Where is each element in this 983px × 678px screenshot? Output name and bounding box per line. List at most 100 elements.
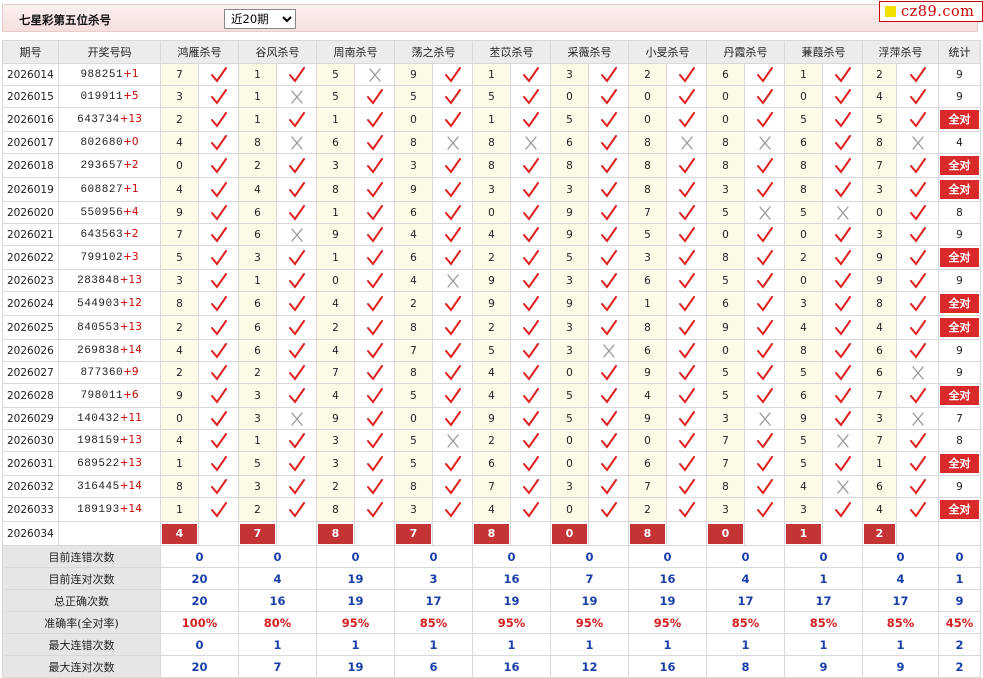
result-mark-cell (354, 383, 395, 408)
kill-value-cell: 5 (160, 245, 199, 270)
table-row: 2026024 544903+12 8 6 4 2 9 9 1 6 3 8 全对 (2, 291, 981, 316)
check-icon (522, 455, 539, 472)
cross-icon (602, 343, 615, 358)
table-row: 2026029 140432+11 0 3 9 0 9 5 9 3 9 3 7 (2, 407, 981, 430)
row-stat-cell: 9 (938, 475, 981, 498)
stat-value: 7 (238, 655, 317, 678)
draw-sum-suffix: +14 (119, 480, 142, 492)
draw-number-cell: 877360+9 (58, 361, 161, 384)
kill-value-cell: 9 (706, 315, 745, 340)
kill-value-cell: 9 (472, 291, 511, 316)
check-icon (756, 88, 773, 105)
kill-value-cell: 7 (706, 451, 745, 476)
check-icon (834, 88, 851, 105)
kill-value-cell: 5 (472, 339, 511, 362)
kill-value-cell: 3 (784, 291, 823, 316)
period-range-select[interactable]: 近20期 (224, 9, 296, 29)
stat-value: 16 (472, 567, 551, 590)
check-icon (909, 319, 926, 336)
draw-number-cell: 840553+13 (58, 315, 161, 340)
result-mark-cell (510, 315, 551, 340)
check-icon (366, 455, 383, 472)
result-mark-cell (822, 245, 863, 270)
result-mark-cell (588, 451, 629, 476)
result-mark-cell (354, 269, 395, 292)
site-logo[interactable]: cz89.com (879, 1, 983, 22)
result-mark-cell (432, 201, 473, 224)
check-icon (600, 88, 617, 105)
result-mark-cell (354, 429, 395, 452)
result-mark-cell (354, 223, 395, 246)
draw-digits: 198159 (77, 435, 120, 447)
check-icon (210, 364, 227, 381)
current-kill-value: 8 (316, 521, 355, 546)
cross-icon (836, 205, 849, 220)
cross-icon (911, 135, 924, 150)
check-icon (522, 387, 539, 404)
stat-value: 0 (238, 545, 317, 568)
period-cell: 2026016 (2, 107, 59, 132)
result-mark-cell (666, 153, 707, 178)
kill-number-table: 期号 开奖号码 鸿雁杀号 谷风杀号 周南杀号 荡之杀号 苤苡杀号 采薇杀号 小旻杀号 丹霞杀号 蒹葭… (2, 40, 981, 678)
stat-value: 17 (394, 589, 473, 612)
result-mark-cell (432, 383, 473, 408)
check-icon (834, 249, 851, 266)
result-mark-cell (588, 153, 629, 178)
result-mark-cell (666, 315, 707, 340)
row-stat-cell: 4 (938, 131, 981, 154)
kill-value-cell: 9 (550, 223, 589, 246)
draw-digits: 798011 (80, 390, 124, 402)
result-mark-cell (510, 429, 551, 452)
result-mark-cell (198, 177, 239, 202)
cross-icon (758, 411, 771, 426)
kill-value-cell: 9 (550, 201, 589, 224)
kill-value-cell: 0 (550, 451, 589, 476)
stat-row: 最大连对次数 20 7 19 6 16 12 16 8 9 9 2 (2, 655, 981, 678)
stat-value: 12 (550, 655, 629, 678)
check-icon (522, 157, 539, 174)
check-icon (756, 272, 773, 289)
check-icon (366, 88, 383, 105)
column-header: 小旻杀号 (628, 40, 707, 64)
kill-value-cell: 5 (394, 383, 433, 408)
result-mark-cell (666, 177, 707, 202)
period-cell: 2026033 (2, 497, 59, 522)
result-mark-cell (822, 107, 863, 132)
stat-value: 100% (160, 611, 239, 634)
result-mark-cell (588, 269, 629, 292)
result-mark-cell (744, 177, 785, 202)
result-mark-cell (276, 201, 317, 224)
result-mark-cell (432, 269, 473, 292)
result-mark-cell (354, 497, 395, 522)
result-mark-cell (198, 497, 239, 522)
draw-sum-suffix: +13 (119, 457, 142, 469)
kill-value-cell: 8 (862, 291, 897, 316)
result-mark-cell (510, 131, 551, 154)
check-icon (834, 342, 851, 359)
result-mark-cell (588, 245, 629, 270)
check-icon (678, 88, 695, 105)
result-mark-cell (744, 201, 785, 224)
kill-value-cell: 5 (784, 451, 823, 476)
cross-icon (836, 433, 849, 448)
result-mark-cell (276, 85, 317, 108)
check-icon (288, 157, 305, 174)
draw-digits: 019911 (80, 91, 124, 103)
kill-value-cell: 8 (628, 315, 667, 340)
result-mark-cell (896, 407, 939, 430)
kill-value-cell: 2 (160, 315, 199, 340)
result-mark-cell (666, 497, 707, 522)
stat-total: 9 (938, 589, 981, 612)
kill-value-cell: 1 (238, 107, 277, 132)
kill-value-cell: 0 (628, 85, 667, 108)
stat-label: 最大连对次数 (2, 655, 161, 678)
draw-digits: 877360 (80, 367, 124, 379)
draw-number-cell: 198159+13 (58, 429, 161, 452)
result-mark-cell (510, 497, 551, 522)
check-icon (522, 319, 539, 336)
result-mark-cell (896, 315, 939, 340)
kill-value-cell: 3 (862, 407, 897, 430)
kill-value-cell: 3 (550, 177, 589, 202)
kill-value-cell: 6 (316, 131, 355, 154)
check-icon (444, 295, 461, 312)
